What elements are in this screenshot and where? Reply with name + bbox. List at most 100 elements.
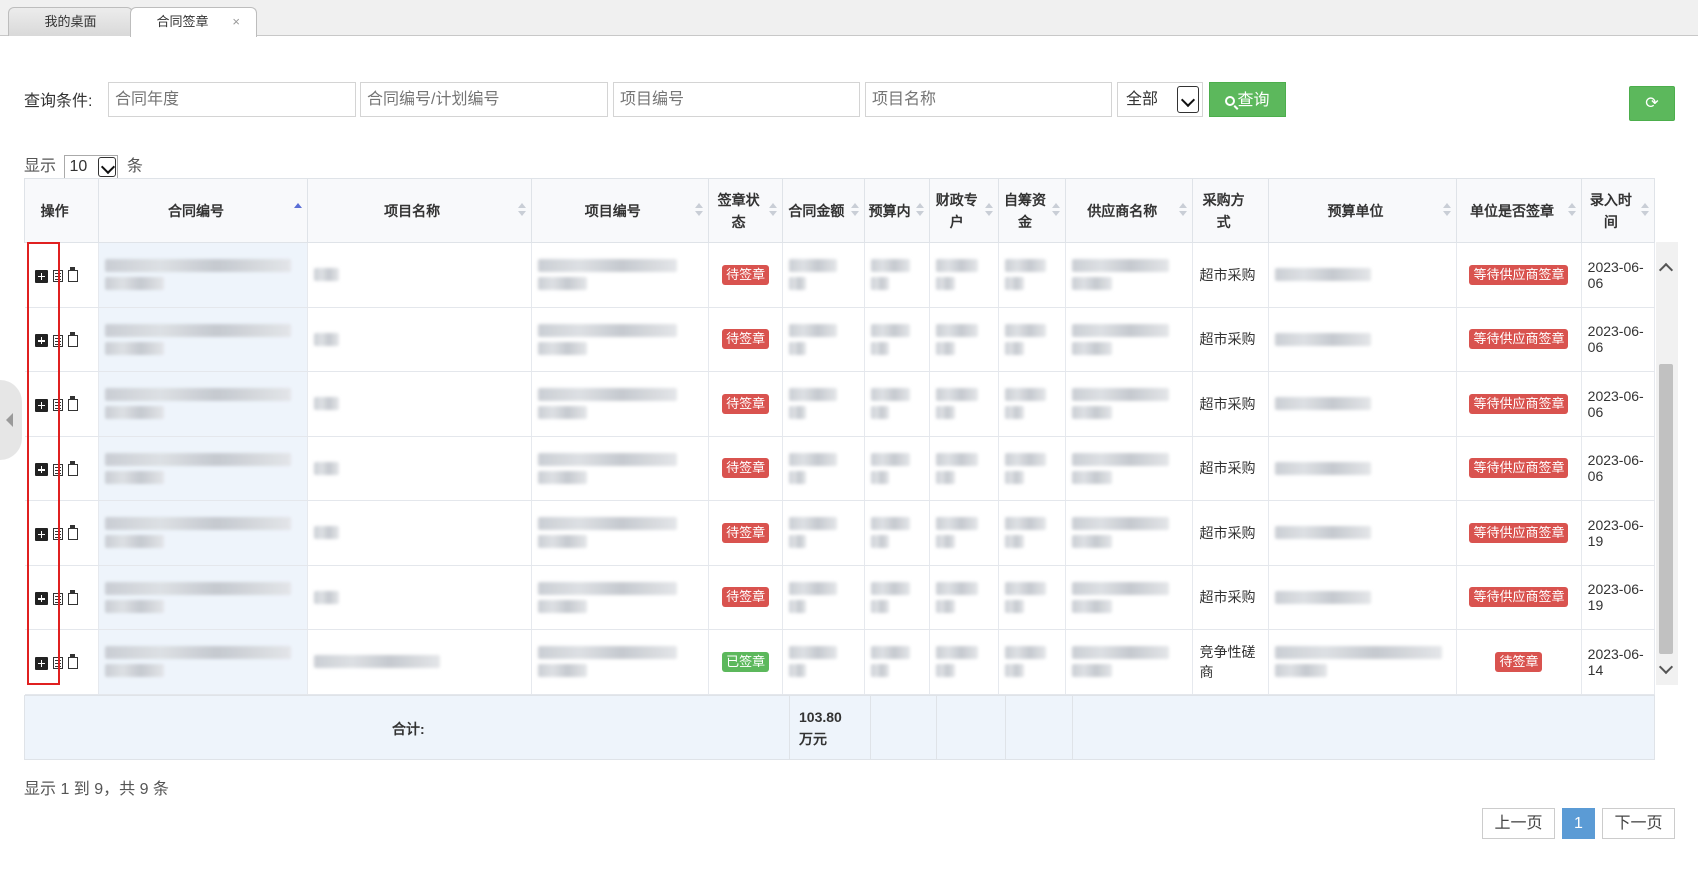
col-header-contract-no[interactable]: 合同编号 (98, 178, 308, 243)
redacted-text (1274, 332, 1372, 346)
clipboard-icon[interactable] (67, 525, 78, 541)
redacted-text (537, 406, 587, 420)
redacted-text (870, 664, 889, 678)
redacted-text (1072, 388, 1170, 402)
expand-plus-icon[interactable] (34, 527, 48, 541)
page-size-select[interactable]: 10 (64, 154, 119, 179)
unit-sign-badge: 等待供应商签章 (1469, 458, 1569, 479)
col-header-supplier[interactable]: 供应商名称 (1065, 178, 1194, 243)
redacted-text (1004, 517, 1046, 531)
document-icon[interactable] (52, 528, 63, 541)
cell-actions (24, 500, 100, 566)
search-button[interactable]: 查询 (1209, 82, 1286, 117)
cell-entry-time: 2023-06-06 (1581, 306, 1656, 372)
expand-plus-icon[interactable] (34, 592, 48, 606)
close-icon[interactable]: × (232, 8, 240, 36)
next-page-button[interactable]: 下一页 (1602, 808, 1675, 839)
cell-sign-status: 待签章 (708, 242, 784, 308)
redacted-text (789, 581, 838, 595)
cell-supplier (1065, 242, 1194, 308)
expand-plus-icon[interactable] (34, 334, 48, 348)
expand-plus-icon[interactable] (34, 398, 48, 412)
col-header-budget-in[interactable]: 预算内 (863, 178, 930, 243)
clipboard-icon[interactable] (67, 589, 78, 605)
table-row[interactable]: 待签章 超市采购 等待供应商签章 2023-06-06 (24, 435, 1656, 501)
contract-number-input[interactable] (360, 82, 608, 117)
status-select[interactable]: 全部 (1117, 82, 1203, 117)
cell-budget-unit (1268, 306, 1458, 372)
cell-budget-unit (1268, 435, 1458, 501)
cell-budget-unit (1268, 500, 1458, 566)
table-row[interactable]: 待签章 超市采购 等待供应商签章 2023-06-06 (24, 371, 1656, 437)
redacted-text (1274, 590, 1372, 604)
cell-self-funds (998, 242, 1067, 308)
cell-budget-in (864, 371, 930, 437)
cell-budget-unit (1268, 242, 1458, 308)
col-header-sign-status[interactable]: 签章状态 (708, 178, 784, 243)
redacted-text (870, 259, 910, 273)
col-header-project-name[interactable]: 项目名称 (306, 178, 532, 243)
project-name-input[interactable] (865, 82, 1112, 117)
col-header-self-funds[interactable]: 自筹资金 (997, 178, 1067, 243)
document-icon[interactable] (52, 592, 63, 605)
table-row[interactable]: 待签章 超市采购 等待供应商签章 2023-06-06 (24, 242, 1656, 308)
table-row[interactable]: 待签章 超市采购 等待供应商签章 2023-06-06 (24, 306, 1656, 372)
clipboard-icon[interactable] (67, 460, 78, 476)
document-icon[interactable] (52, 399, 63, 412)
tab-contract-sign[interactable]: 合同签章 × (130, 7, 257, 37)
redacted-text (1004, 341, 1024, 355)
document-icon[interactable] (52, 657, 63, 670)
clipboard-icon[interactable] (67, 396, 78, 412)
col-header-amount[interactable]: 合同金额 (782, 178, 865, 243)
cell-project-name (307, 435, 532, 501)
clipboard-icon[interactable] (67, 331, 78, 347)
table-row[interactable]: 已签章 竞争性磋商 待签章 2023-06-14 (24, 629, 1656, 695)
table-row[interactable]: 待签章 超市采购 等待供应商签章 2023-06-19 (24, 500, 1656, 566)
redacted-text (935, 646, 978, 660)
redacted-text (789, 406, 807, 420)
expand-plus-icon[interactable] (34, 463, 48, 477)
sidebar-collapse-handle[interactable] (0, 380, 22, 460)
status-badge: 待签章 (722, 393, 770, 414)
cell-actions (24, 629, 100, 695)
cell-contract-no (98, 242, 308, 308)
scroll-down-icon[interactable] (1658, 659, 1674, 675)
document-icon[interactable] (52, 463, 63, 476)
contract-year-input[interactable] (108, 82, 356, 117)
redacted-text (789, 535, 807, 549)
page-1-button[interactable]: 1 (1562, 808, 1595, 839)
col-header-unit-signed[interactable]: 单位是否签章 (1456, 178, 1582, 243)
col-header-budget-unit[interactable]: 预算单位 (1267, 178, 1458, 243)
cell-project-name (307, 629, 532, 695)
redacted-text (935, 581, 978, 595)
page-size-control: 显示 10 条 (24, 152, 143, 179)
redacted-text (537, 535, 587, 549)
redacted-text (870, 452, 910, 466)
col-header-entry-time[interactable]: 录入时间 (1580, 178, 1656, 243)
redacted-text (313, 590, 340, 604)
scroll-up-icon[interactable] (1658, 262, 1674, 278)
redacted-text (935, 277, 956, 291)
cell-supplier (1065, 500, 1194, 566)
project-number-input[interactable] (613, 82, 860, 117)
prev-page-button[interactable]: 上一页 (1482, 808, 1555, 839)
tab-my-desktop[interactable]: 我的桌面 (8, 7, 133, 36)
expand-plus-icon[interactable] (34, 656, 48, 670)
document-icon[interactable] (52, 270, 63, 283)
redacted-text (1072, 470, 1113, 484)
unit-sign-badge: 等待供应商签章 (1469, 329, 1569, 350)
unit-sign-badge: 等待供应商签章 (1469, 393, 1569, 414)
sort-icon (517, 203, 526, 219)
col-header-project-no[interactable]: 项目编号 (530, 178, 710, 243)
clipboard-icon[interactable] (67, 654, 78, 670)
refresh-button[interactable]: ⟳ (1629, 86, 1675, 121)
table-row[interactable]: 待签章 超市采购 等待供应商签章 2023-06-19 (24, 564, 1656, 630)
clipboard-icon[interactable] (67, 267, 78, 283)
scroll-thumb[interactable] (1659, 364, 1673, 654)
expand-plus-icon[interactable] (34, 269, 48, 283)
table-scrollbar[interactable] (1656, 242, 1678, 685)
redacted-text (537, 646, 678, 660)
cell-procurement: 超市采购 (1192, 306, 1269, 372)
col-header-fiscal-account[interactable]: 财政专户 (928, 178, 999, 243)
document-icon[interactable] (52, 334, 63, 347)
